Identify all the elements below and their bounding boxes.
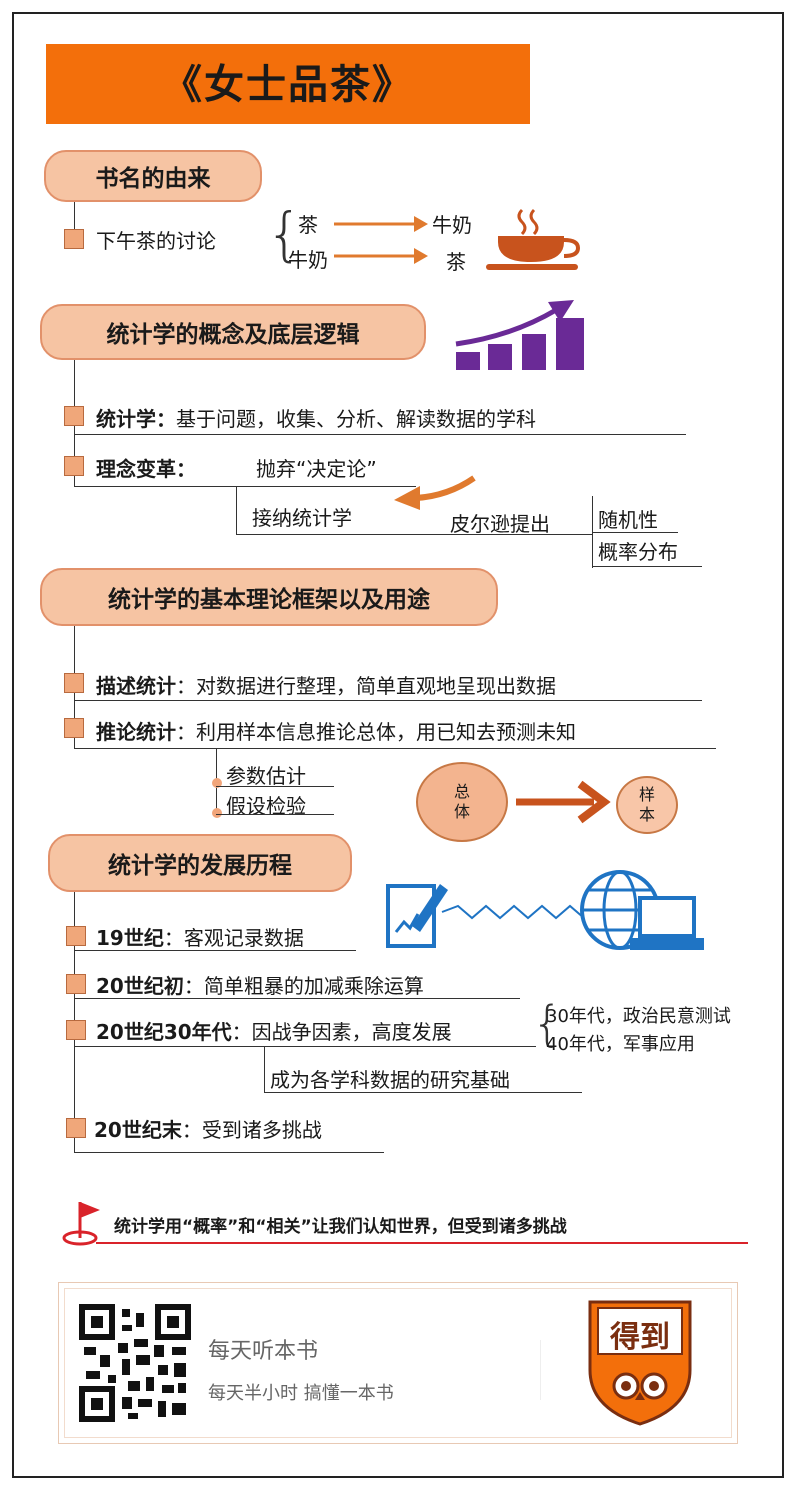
statistics-definition: 统计学：基于问题，收集、分析、解读数据的学科: [96, 403, 536, 432]
pour-arrows-icon: [334, 216, 428, 264]
conclusion-text: 统计学用“概率”和“相关”让我们认知世界，但受到诸多挑战: [114, 1217, 567, 1237]
underline: [264, 1092, 582, 1093]
underline: [74, 434, 686, 435]
underline: [216, 814, 334, 815]
history-19th-century-term: 19世纪: [96, 926, 164, 950]
bullet-icon: [64, 673, 84, 693]
tea-discussion-label: 下午茶的讨论: [96, 229, 216, 253]
underline: [74, 700, 702, 701]
history-late-20th: 20世纪末：受到诸多挑战: [94, 1114, 322, 1143]
paradigm-shift-term: 理念变革：: [96, 457, 196, 481]
bullet-icon: [66, 1020, 86, 1040]
inferential-statistics: 推论统计：利用样本信息推论总体，用已知去预测未知: [96, 716, 576, 745]
accept-statistics-text: 接纳统计学: [252, 506, 352, 530]
tea-first-label: 茶: [298, 213, 318, 237]
pearson-proposed-text: 皮尔逊提出: [450, 512, 550, 536]
history-early-20th-text: ：简单粗暴的加减乘除运算: [183, 974, 424, 998]
sample-circle: 样 本: [616, 776, 678, 834]
underline: [592, 566, 702, 567]
history-19th-century: 19世纪：客观记录数据: [96, 922, 304, 951]
conclusion-underline: [96, 1242, 748, 1244]
tree-line: [236, 486, 237, 534]
abandon-determinism-text: 抛弃“决定论”: [256, 457, 377, 481]
history-late-20th-term: 20世纪末: [94, 1118, 182, 1142]
inferential-statistics-text: ：利用样本信息推论总体，用已知去预测未知: [176, 720, 576, 744]
research-foundation-text: 成为各学科数据的研究基础: [270, 1068, 510, 1092]
political-polling-text: 30年代，政治民意测试: [546, 1006, 731, 1027]
history-early-20th: 20世纪初：简单粗暴的加减乘除运算: [96, 970, 424, 999]
descriptive-statistics: 描述统计：对数据进行整理，简单直观地呈现出数据: [96, 670, 556, 699]
tree-line: [264, 1046, 265, 1092]
section-heading-concept: 统计学的概念及底层逻辑: [40, 304, 426, 360]
bullet-icon: [64, 456, 84, 476]
statistics-definition-text: 基于问题，收集、分析、解读数据的学科: [176, 407, 536, 431]
history-1930s-term: 20世纪30年代: [96, 1020, 232, 1044]
footer-tagline: 每天半小时 搞懂一本书: [208, 1383, 394, 1404]
bullet-icon: [64, 406, 84, 426]
tea-second-label: 茶: [446, 250, 466, 274]
randomness-text: 随机性: [598, 508, 658, 532]
inferential-statistics-term: 推论统计: [96, 720, 176, 744]
underline: [74, 486, 416, 487]
probability-distribution-text: 概率分布: [598, 540, 678, 564]
bullet-icon: [64, 718, 84, 738]
underline: [236, 534, 592, 535]
underline: [74, 950, 356, 951]
logo-text: 得到: [610, 1320, 670, 1355]
globe-laptop-icon: [580, 870, 704, 950]
footer-divider: [540, 1340, 541, 1400]
coffee-cup-icon: [486, 208, 581, 270]
history-1930s: 20世纪30年代：因战争因素，高度发展: [96, 1016, 452, 1045]
descriptive-statistics-term: 描述统计: [96, 674, 176, 698]
population-circle: 总 体: [416, 762, 508, 842]
milk-second-label: 牛奶: [432, 213, 472, 237]
underline: [74, 748, 716, 749]
underline: [74, 1152, 384, 1153]
statistics-term: 统计学：: [96, 407, 176, 431]
footer-slogan: 每天听本书: [208, 1339, 319, 1364]
descriptive-statistics-text: ：对数据进行整理，简单直观地呈现出数据: [176, 674, 556, 698]
history-19th-century-text: ：客观记录数据: [163, 926, 304, 950]
history-early-20th-term: 20世纪初: [96, 974, 184, 998]
bullet-icon: [66, 1118, 86, 1138]
section-heading-origin: 书名的由来: [44, 150, 262, 202]
section-heading-framework: 统计学的基本理论框架以及用途: [40, 568, 498, 626]
history-late-20th-text: ：受到诸多挑战: [181, 1118, 322, 1142]
bullet-icon: [66, 926, 86, 946]
qr-code-icon: [78, 1303, 192, 1423]
growth-chart-icon: [455, 300, 584, 370]
military-use-text: 40年代，军事应用: [546, 1034, 695, 1055]
bullet-icon: [66, 974, 86, 994]
inference-arrow-icon: [516, 780, 611, 824]
history-1930s-text: ：因战争因素，高度发展: [231, 1020, 452, 1044]
bullet-icon: [64, 229, 84, 249]
underline: [74, 998, 520, 999]
section-heading-history: 统计学的发展历程: [48, 834, 352, 892]
underline: [216, 786, 334, 787]
page-title: 《女士品茶》: [162, 62, 414, 108]
milk-first-label: 牛奶: [288, 248, 328, 272]
underline: [592, 532, 678, 533]
underline: [74, 1046, 536, 1047]
parameter-estimation-text: 参数估计: [226, 764, 306, 788]
bullet-dot-icon: [212, 808, 222, 818]
